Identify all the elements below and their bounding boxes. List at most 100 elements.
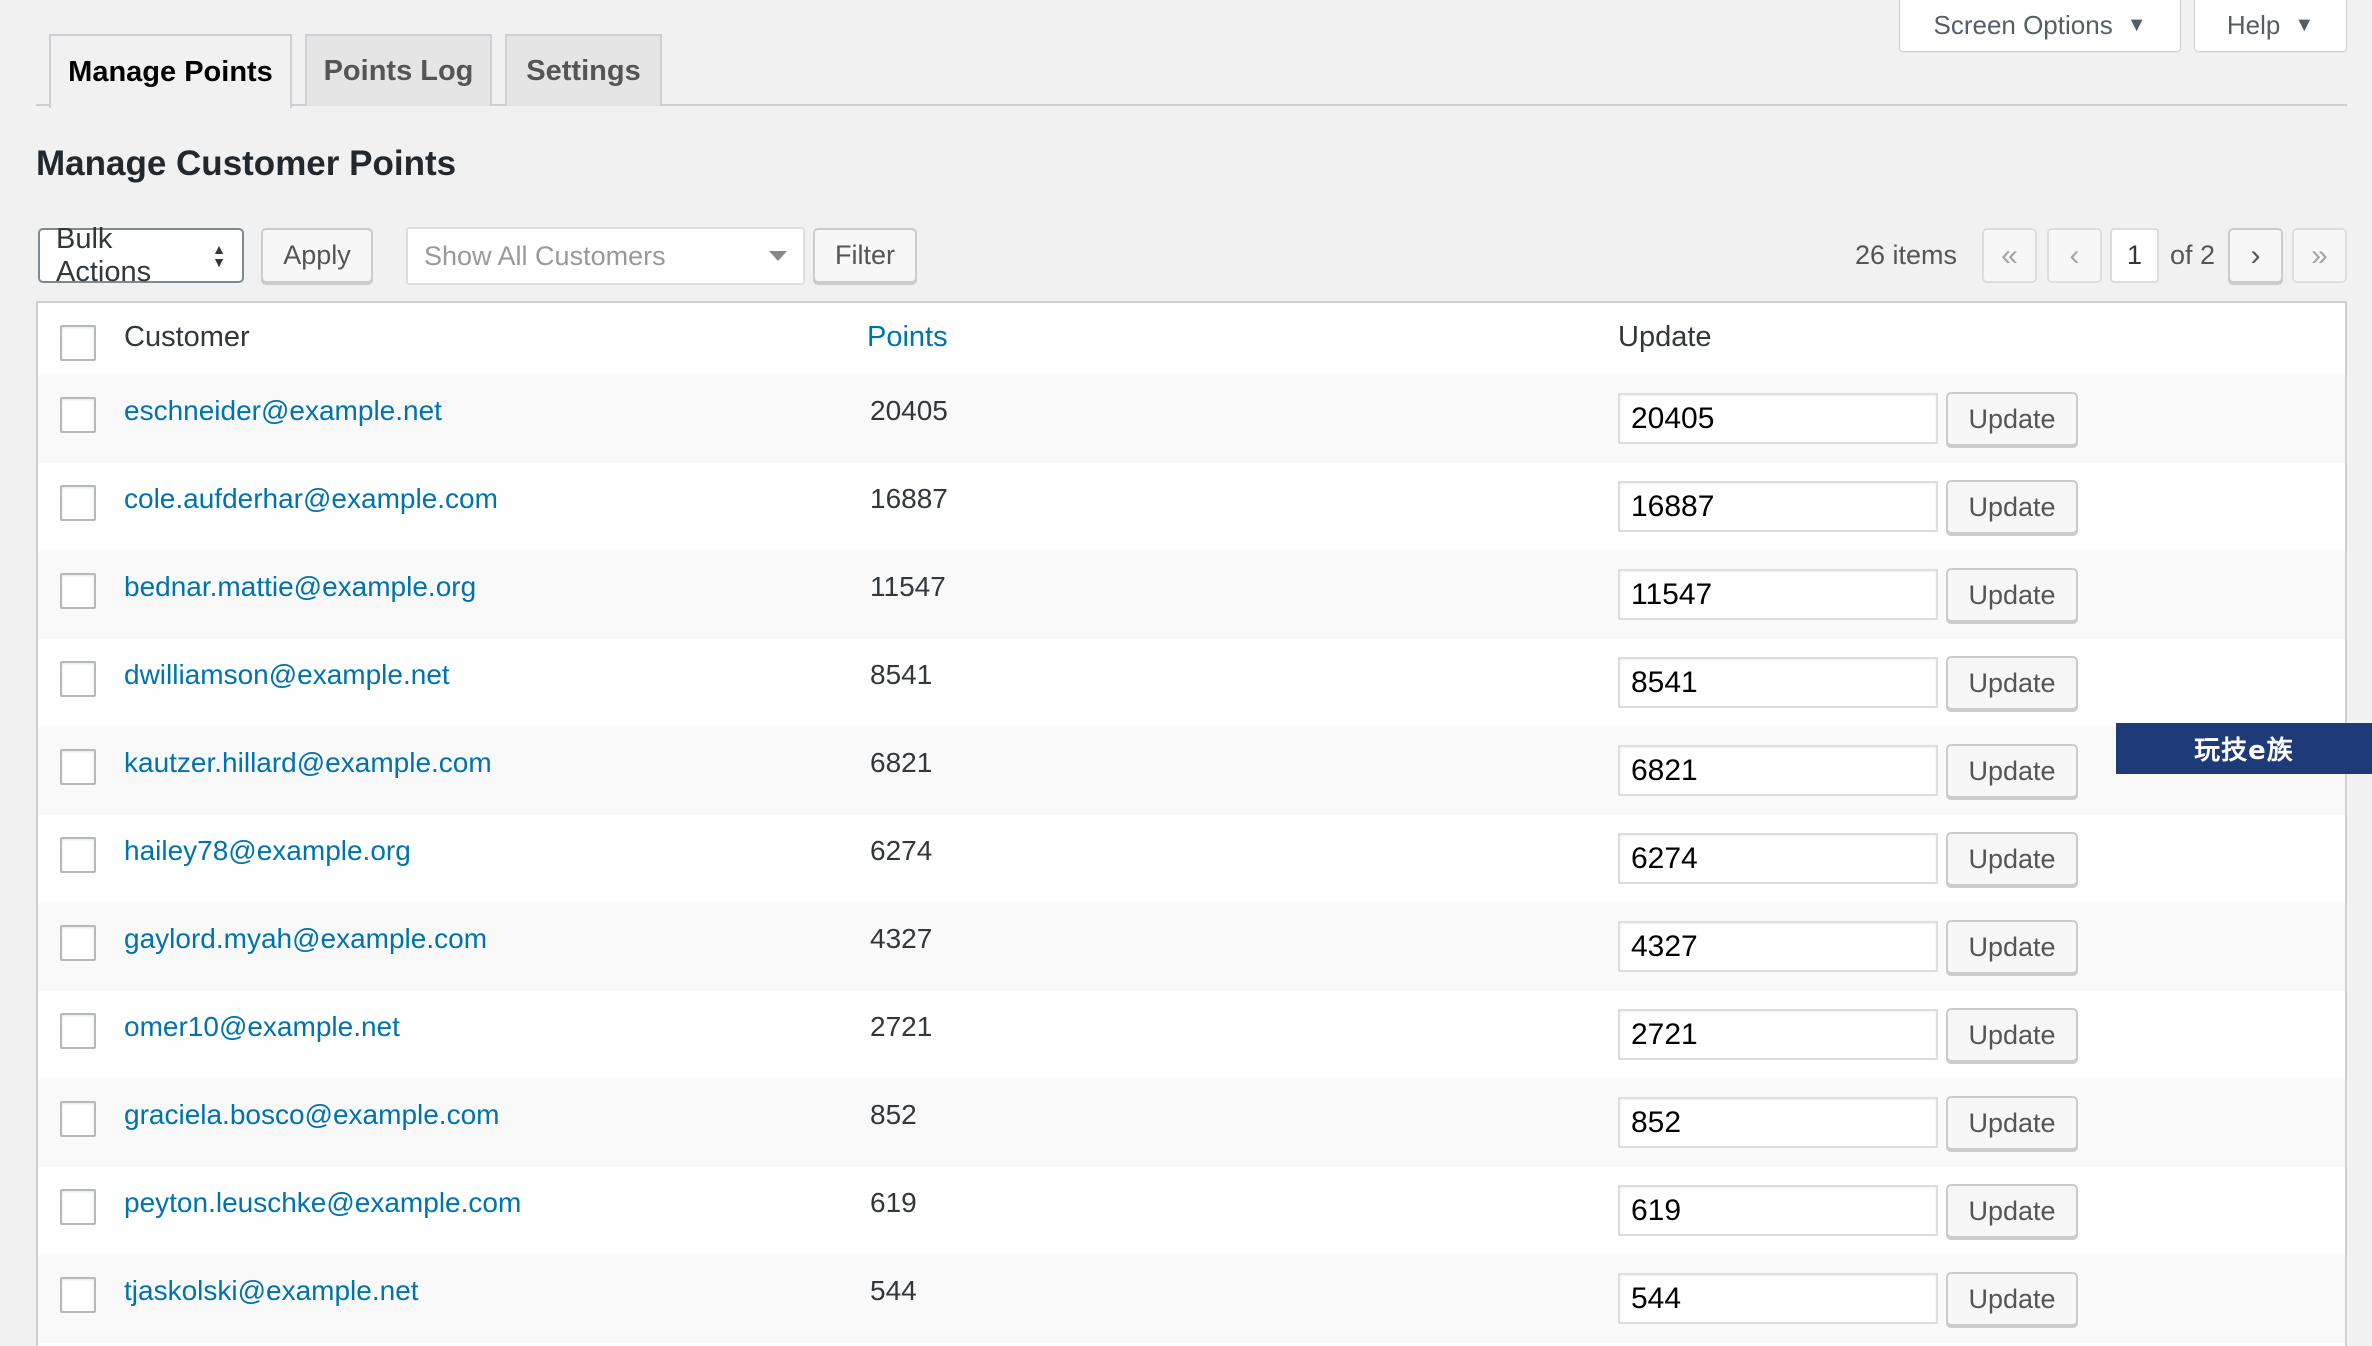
tab-label: Settings	[526, 54, 641, 87]
points-value: 544	[870, 1275, 917, 1306]
caret-down-icon: ▼	[2126, 14, 2147, 36]
first-page-button: «	[1982, 228, 2037, 283]
caret-down-icon: ▼	[2294, 14, 2315, 36]
points-value: 11547	[870, 571, 946, 602]
points-input[interactable]: 6274	[1618, 833, 1938, 884]
update-button[interactable]: Update	[1946, 480, 2078, 534]
update-button[interactable]: Update	[1946, 1184, 2078, 1238]
points-value: 16887	[870, 483, 948, 514]
customer-email-link[interactable]: dwilliamson@example.net	[124, 659, 450, 691]
table-row: gaylord.myah@example.com 4327 4327 Update	[38, 903, 2345, 991]
bulk-actions-select[interactable]: Bulk Actions ▲ ▼	[38, 223, 244, 288]
points-value: 2721	[870, 1011, 933, 1042]
customer-email-link[interactable]: cole.aufderhar@example.com	[124, 483, 498, 515]
table-row: omer10@example.net 2721 2721 Update	[38, 991, 2345, 1079]
points-value: 619	[870, 1187, 917, 1218]
table-row: bednar.mattie@example.org 11547 11547 Updat…	[38, 551, 2345, 639]
table-row: graciela.bosco@example.com 852 852 Update	[38, 1079, 2345, 1167]
customer-email-link[interactable]: peyton.leuschke@example.com	[124, 1187, 521, 1219]
update-button[interactable]: Update	[1946, 656, 2078, 710]
column-customer: Customer	[124, 321, 250, 353]
watermark-logo: 玩技e族	[2116, 723, 2372, 774]
customer-email-link[interactable]: graciela.bosco@example.com	[124, 1099, 499, 1131]
filter-button[interactable]: Filter	[813, 228, 917, 283]
tab-manage-points[interactable]: Manage Points	[49, 34, 292, 108]
current-page-input[interactable]: 1	[2110, 228, 2159, 283]
row-checkbox[interactable]	[60, 1189, 96, 1225]
points-value: 20405	[870, 395, 948, 426]
customer-email-link[interactable]: eschneider@example.net	[124, 395, 442, 427]
points-input[interactable]: 4327	[1618, 921, 1938, 972]
table-row: eschneider@example.net 20405 20405 Update	[38, 375, 2345, 463]
customer-email-link[interactable]: hailey78@example.org	[124, 835, 411, 867]
points-input[interactable]: 544	[1618, 1273, 1938, 1324]
customer-email-link[interactable]: omer10@example.net	[124, 1011, 400, 1043]
update-button[interactable]: Update	[1946, 920, 2078, 974]
update-button[interactable]: Update	[1946, 832, 2078, 886]
update-button[interactable]: Update	[1946, 1272, 2078, 1326]
chevron-down-icon	[769, 251, 787, 261]
row-checkbox[interactable]	[60, 661, 96, 697]
row-checkbox[interactable]	[60, 573, 96, 609]
row-checkbox[interactable]	[60, 749, 96, 785]
table-row: kautzer.hillard@example.com 6821 6821 Updat…	[38, 727, 2345, 815]
customer-email-link[interactable]: bednar.mattie@example.org	[124, 571, 476, 603]
screen-options-button[interactable]: Screen Options ▼	[1899, 0, 2181, 52]
points-value: 4327	[870, 923, 933, 954]
tab-label: Points Log	[323, 54, 474, 87]
points-input[interactable]: 20405	[1618, 393, 1938, 444]
table-row: peyton.leuschke@example.com 619 619 Update	[38, 1167, 2345, 1255]
help-label: Help	[2226, 10, 2281, 40]
row-checkbox[interactable]	[60, 1013, 96, 1049]
table-row: tjaskolski@example.net 544 544 Update	[38, 1255, 2345, 1343]
page-title: Manage Customer Points	[36, 144, 457, 183]
table-row: dwilliamson@example.net 8541 8541 Update	[38, 639, 2345, 727]
select-all-checkbox[interactable]	[60, 325, 96, 361]
next-page-button[interactable]: ›	[2228, 228, 2283, 283]
column-update: Update	[1618, 321, 1712, 353]
points-input[interactable]: 11547	[1618, 569, 1938, 620]
total-pages: of 2	[2170, 240, 2216, 270]
row-checkbox[interactable]	[60, 925, 96, 961]
points-input[interactable]: 852	[1618, 1097, 1938, 1148]
table-row: cole.aufderhar@example.com 16887 16887 Upda…	[38, 463, 2345, 551]
row-checkbox[interactable]	[60, 485, 96, 521]
update-button[interactable]: Update	[1946, 1096, 2078, 1150]
row-checkbox[interactable]	[60, 1277, 96, 1313]
customer-email-link[interactable]: tjaskolski@example.net	[124, 1275, 419, 1307]
column-points-sort[interactable]: Points	[867, 321, 948, 354]
points-value: 6821	[870, 747, 933, 778]
update-button[interactable]: Update	[1946, 568, 2078, 622]
points-input[interactable]: 2721	[1618, 1009, 1938, 1060]
items-count: 26 items	[1855, 240, 1958, 270]
update-button[interactable]: Update	[1946, 744, 2078, 798]
points-input[interactable]: 16887	[1618, 481, 1938, 532]
updown-arrows-icon: ▲ ▼	[212, 240, 226, 270]
tab-settings[interactable]: Settings	[505, 34, 662, 106]
help-button[interactable]: Help ▼	[2194, 0, 2347, 52]
update-button[interactable]: Update	[1946, 1008, 2078, 1062]
points-value: 852	[870, 1099, 917, 1130]
bulk-actions-label: Bulk Actions	[56, 222, 152, 288]
customer-email-link[interactable]: gaylord.myah@example.com	[124, 923, 487, 955]
customer-filter-select[interactable]: Show All Customers	[406, 227, 805, 285]
points-input[interactable]: 8541	[1618, 657, 1938, 708]
tab-points-log[interactable]: Points Log	[305, 34, 492, 106]
customer-filter-placeholder: Show All Customers	[424, 240, 666, 271]
tab-label: Manage Points	[68, 55, 273, 88]
update-button[interactable]: Update	[1946, 392, 2078, 446]
screen-options-label: Screen Options	[1933, 10, 2113, 40]
points-value: 6274	[870, 835, 933, 866]
customer-points-table: Customer Points Update eschneider@exampl…	[36, 301, 2347, 1346]
row-checkbox[interactable]	[60, 397, 96, 433]
table-header: Customer Points Update	[38, 303, 2345, 377]
row-checkbox[interactable]	[60, 1101, 96, 1137]
row-checkbox[interactable]	[60, 837, 96, 873]
last-page-button: »	[2292, 228, 2347, 283]
table-row: hailey78@example.org 6274 6274 Update	[38, 815, 2345, 903]
customer-email-link[interactable]: kautzer.hillard@example.com	[124, 747, 492, 779]
points-input[interactable]: 619	[1618, 1185, 1938, 1236]
prev-page-button: ‹	[2047, 228, 2102, 283]
apply-button[interactable]: Apply	[261, 228, 373, 283]
points-input[interactable]: 6821	[1618, 745, 1938, 796]
